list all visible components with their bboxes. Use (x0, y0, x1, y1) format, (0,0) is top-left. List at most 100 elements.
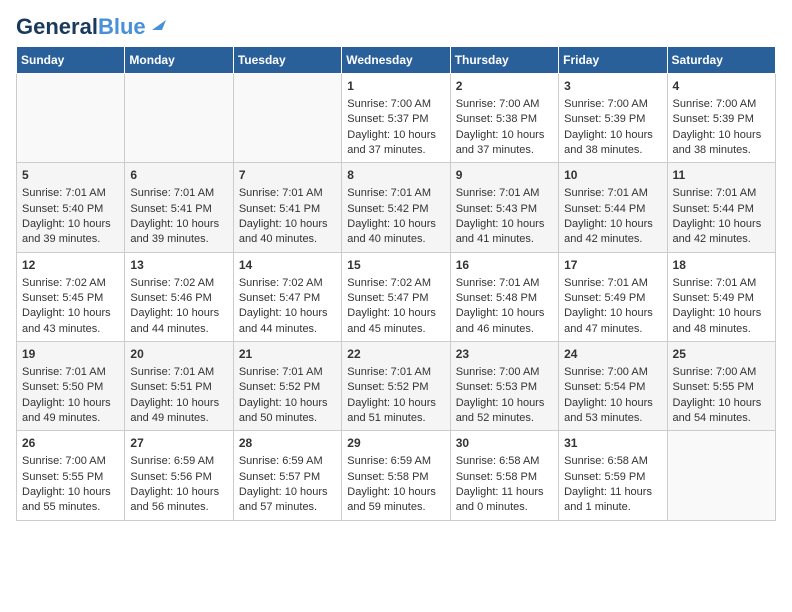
day-info: Sunrise: 7:01 AM (456, 186, 553, 201)
day-info: Sunset: 5:55 PM (673, 380, 770, 395)
day-info: Sunrise: 7:01 AM (673, 276, 770, 291)
day-header-wednesday: Wednesday (342, 47, 450, 74)
day-info: Sunset: 5:48 PM (456, 291, 553, 306)
day-info: Sunset: 5:53 PM (456, 380, 553, 395)
day-info: Sunset: 5:54 PM (564, 380, 661, 395)
calendar-cell (667, 431, 775, 520)
day-info: Daylight: 10 hours and 56 minutes. (130, 485, 227, 516)
day-number: 3 (564, 78, 661, 95)
day-info: Sunset: 5:47 PM (347, 291, 444, 306)
day-info: Sunset: 5:58 PM (456, 470, 553, 485)
day-info: Sunrise: 7:00 AM (564, 97, 661, 112)
day-number: 14 (239, 257, 336, 274)
day-info: Sunrise: 7:00 AM (456, 365, 553, 380)
day-info: Sunrise: 7:00 AM (564, 365, 661, 380)
calendar-cell: 10Sunrise: 7:01 AMSunset: 5:44 PMDayligh… (559, 163, 667, 252)
calendar-cell: 27Sunrise: 6:59 AMSunset: 5:56 PMDayligh… (125, 431, 233, 520)
day-info: Sunset: 5:45 PM (22, 291, 119, 306)
week-row-1: 1Sunrise: 7:00 AMSunset: 5:37 PMDaylight… (17, 74, 776, 163)
day-info: Daylight: 10 hours and 54 minutes. (673, 396, 770, 427)
day-info: Sunset: 5:44 PM (673, 202, 770, 217)
day-info: Daylight: 10 hours and 45 minutes. (347, 306, 444, 337)
calendar-cell: 14Sunrise: 7:02 AMSunset: 5:47 PMDayligh… (233, 252, 341, 341)
day-info: Sunset: 5:41 PM (239, 202, 336, 217)
calendar-cell: 13Sunrise: 7:02 AMSunset: 5:46 PMDayligh… (125, 252, 233, 341)
day-info: Sunrise: 7:01 AM (130, 186, 227, 201)
day-number: 11 (673, 167, 770, 184)
logo-icon (148, 16, 166, 34)
calendar-cell (17, 74, 125, 163)
calendar-cell: 29Sunrise: 6:59 AMSunset: 5:58 PMDayligh… (342, 431, 450, 520)
calendar-cell: 9Sunrise: 7:01 AMSunset: 5:43 PMDaylight… (450, 163, 558, 252)
day-info: Sunrise: 7:02 AM (347, 276, 444, 291)
day-info: Sunrise: 7:02 AM (239, 276, 336, 291)
day-info: Sunrise: 7:01 AM (22, 186, 119, 201)
day-info: Sunrise: 7:01 AM (239, 186, 336, 201)
calendar-cell: 23Sunrise: 7:00 AMSunset: 5:53 PMDayligh… (450, 342, 558, 431)
day-info: Daylight: 10 hours and 53 minutes. (564, 396, 661, 427)
day-info: Daylight: 10 hours and 44 minutes. (239, 306, 336, 337)
day-number: 22 (347, 346, 444, 363)
day-number: 7 (239, 167, 336, 184)
day-info: Daylight: 10 hours and 46 minutes. (456, 306, 553, 337)
calendar-cell: 18Sunrise: 7:01 AMSunset: 5:49 PMDayligh… (667, 252, 775, 341)
day-info: Sunrise: 7:01 AM (347, 186, 444, 201)
calendar-cell (233, 74, 341, 163)
calendar-cell: 26Sunrise: 7:00 AMSunset: 5:55 PMDayligh… (17, 431, 125, 520)
calendar-cell: 4Sunrise: 7:00 AMSunset: 5:39 PMDaylight… (667, 74, 775, 163)
day-info: Daylight: 11 hours and 0 minutes. (456, 485, 553, 516)
calendar-cell: 15Sunrise: 7:02 AMSunset: 5:47 PMDayligh… (342, 252, 450, 341)
page-header: GeneralBlue (16, 16, 776, 38)
day-info: Sunrise: 7:00 AM (673, 97, 770, 112)
calendar-cell: 8Sunrise: 7:01 AMSunset: 5:42 PMDaylight… (342, 163, 450, 252)
calendar-cell: 24Sunrise: 7:00 AMSunset: 5:54 PMDayligh… (559, 342, 667, 431)
day-header-thursday: Thursday (450, 47, 558, 74)
day-number: 17 (564, 257, 661, 274)
day-info: Sunset: 5:37 PM (347, 112, 444, 127)
day-info: Daylight: 10 hours and 57 minutes. (239, 485, 336, 516)
day-header-saturday: Saturday (667, 47, 775, 74)
day-header-tuesday: Tuesday (233, 47, 341, 74)
day-number: 28 (239, 435, 336, 452)
calendar-cell: 21Sunrise: 7:01 AMSunset: 5:52 PMDayligh… (233, 342, 341, 431)
calendar-cell: 17Sunrise: 7:01 AMSunset: 5:49 PMDayligh… (559, 252, 667, 341)
week-row-3: 12 Sunrise: 7:02 AM Sunset: 5:45 PM Dayligh… (17, 252, 776, 341)
day-info: Sunrise: 6:58 AM (564, 454, 661, 469)
day-info: Sunset: 5:59 PM (564, 470, 661, 485)
day-header-monday: Monday (125, 47, 233, 74)
day-info: Sunrise: 6:59 AM (239, 454, 336, 469)
day-info: Daylight: 10 hours and 52 minutes. (456, 396, 553, 427)
day-info: Sunrise: 7:01 AM (130, 365, 227, 380)
day-info: Sunset: 5:56 PM (130, 470, 227, 485)
day-info: Daylight: 10 hours and 55 minutes. (22, 485, 119, 516)
day-info: Sunset: 5:43 PM (456, 202, 553, 217)
calendar-cell: 6Sunrise: 7:01 AMSunset: 5:41 PMDaylight… (125, 163, 233, 252)
day-info: Sunset: 5:46 PM (130, 291, 227, 306)
day-number: 2 (456, 78, 553, 95)
calendar-cell: 20Sunrise: 7:01 AMSunset: 5:51 PMDayligh… (125, 342, 233, 431)
day-info: Sunset: 5:39 PM (673, 112, 770, 127)
calendar-header-row: SundayMondayTuesdayWednesdayThursdayFrid… (17, 47, 776, 74)
calendar-body: 1Sunrise: 7:00 AMSunset: 5:37 PMDaylight… (17, 74, 776, 521)
day-info: Daylight: 10 hours and 39 minutes. (22, 217, 119, 248)
calendar-cell: 16Sunrise: 7:01 AMSunset: 5:48 PMDayligh… (450, 252, 558, 341)
day-number: 19 (22, 346, 119, 363)
day-info: Sunset: 5:41 PM (130, 202, 227, 217)
day-info: Sunset: 5:38 PM (456, 112, 553, 127)
day-info: Sunset: 5:52 PM (239, 380, 336, 395)
day-info: Daylight: 10 hours and 38 minutes. (673, 128, 770, 159)
day-info: Sunrise: 7:00 AM (673, 365, 770, 380)
day-info: Sunset: 5:58 PM (347, 470, 444, 485)
day-info: Sunrise: 7:01 AM (22, 365, 119, 380)
day-number: 6 (130, 167, 227, 184)
day-number: 5 (22, 167, 119, 184)
day-number: 12 (22, 257, 119, 274)
day-number: 26 (22, 435, 119, 452)
day-info: Sunrise: 7:01 AM (564, 276, 661, 291)
day-header-friday: Friday (559, 47, 667, 74)
day-info: Daylight: 10 hours and 40 minutes. (239, 217, 336, 248)
day-info: Sunset: 5:50 PM (22, 380, 119, 395)
day-number: 13 (130, 257, 227, 274)
day-number: 30 (456, 435, 553, 452)
week-row-4: 19Sunrise: 7:01 AMSunset: 5:50 PMDayligh… (17, 342, 776, 431)
